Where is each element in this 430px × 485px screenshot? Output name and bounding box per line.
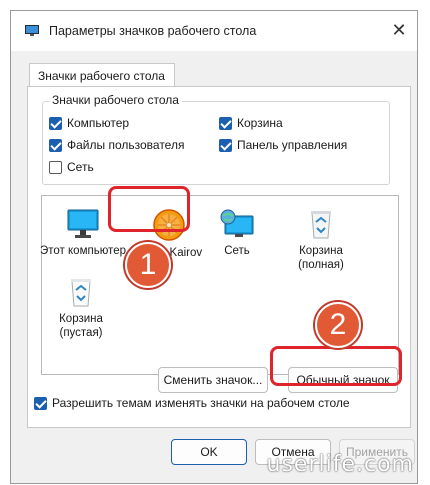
monitor-icon	[67, 209, 99, 238]
icon-label: Корзина (полная)	[298, 245, 344, 271]
checkbox-label: Сеть	[67, 160, 94, 174]
checkbox-checked-icon[interactable]	[49, 138, 62, 152]
checkbox-label: Панель управления	[237, 138, 348, 152]
checkbox-label: Корзина	[237, 116, 283, 130]
network-icon	[220, 209, 254, 237]
checkbox-recycle-bin[interactable]: Корзина	[219, 116, 283, 130]
checkbox-network[interactable]: Сеть	[49, 160, 94, 174]
icon-label: Корзина (пустая)	[59, 313, 103, 339]
recycle-bin-full-icon	[311, 211, 331, 239]
checkbox-user-files[interactable]: Файлы пользователя	[49, 138, 184, 152]
window-title: Параметры значков рабочего стола	[49, 24, 257, 38]
title-bar: Параметры значков рабочего стола ✕	[11, 11, 417, 51]
checkbox-label: Разрешить темам изменять значки на рабоч…	[52, 396, 350, 410]
groupbox-title: Значки рабочего стола	[49, 93, 182, 107]
checkbox-allow-themes[interactable]: Разрешить темам изменять значки на рабоч…	[34, 396, 350, 410]
icon-label: Этот компьютер	[40, 245, 126, 257]
screenshot-frame: Параметры значков рабочего стола ✕ Значк…	[0, 0, 430, 485]
icon-label: Сеть	[224, 245, 250, 257]
step-2-badge: 2	[315, 302, 361, 348]
highlight-user-icon	[108, 186, 190, 232]
checkbox-checked-icon[interactable]	[34, 396, 47, 410]
icon-item-network[interactable]: Сеть	[194, 208, 280, 258]
checkbox-computer[interactable]: Компьютер	[49, 116, 129, 130]
desktop-icons-app-icon	[25, 25, 39, 36]
checkbox-checked-icon[interactable]	[219, 116, 232, 130]
step-1-badge: 1	[125, 242, 171, 288]
checkbox-control-panel[interactable]: Панель управления	[219, 138, 347, 152]
checkbox-label: Файлы пользователя	[67, 138, 185, 152]
close-button[interactable]: ✕	[387, 19, 411, 43]
checkbox-checked-icon[interactable]	[219, 138, 232, 152]
recycle-bin-empty-icon	[71, 279, 91, 307]
icon-item-recycle-bin-empty[interactable]: Корзина (пустая)	[38, 276, 124, 340]
watermark-text: userlife.com	[266, 452, 414, 477]
checkbox-label: Компьютер	[67, 116, 130, 130]
change-icon-button[interactable]: Сменить значок...	[158, 367, 268, 393]
highlight-restore-default	[270, 346, 402, 386]
icon-item-recycle-bin-full[interactable]: Корзина (полная)	[278, 208, 364, 272]
close-icon: ✕	[391, 20, 407, 40]
ok-button[interactable]: OK	[171, 439, 247, 465]
checkbox-unchecked-icon[interactable]	[49, 160, 62, 174]
dialog-window: Параметры значков рабочего стола ✕ Значк…	[10, 10, 418, 484]
checkbox-checked-icon[interactable]	[49, 116, 62, 130]
desktop-icons-groupbox: Значки рабочего стола Компьютер Корзина …	[42, 93, 390, 185]
tab-desktop-icons[interactable]: Значки рабочего стола	[29, 63, 175, 87]
